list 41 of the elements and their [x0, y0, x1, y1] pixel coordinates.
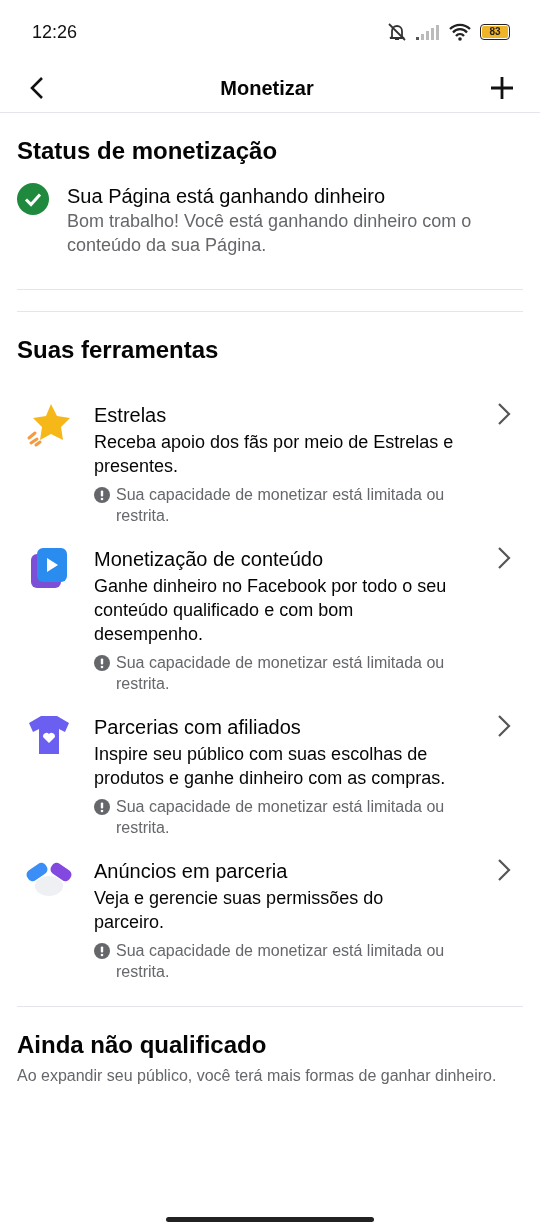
tool-item[interactable]: Parcerias com afiliados Inspire seu público com suas escolhas de produtos e ganhe dinheiro com as compras. Sua capacidade de monetizar está limitada ou restrita. — [17, 704, 523, 848]
tool-title: Estrelas — [94, 403, 168, 428]
tool-item[interactable]: Monetização de conteúdo Ganhe dinheiro no Facebook por todo o seu conteúdo qualificado e com bom desempenho. Sua capacidade de monetizar está limitada ou restrita. — [17, 536, 523, 704]
battery-icon: 83 — [480, 24, 510, 40]
warning-text: Sua capacidade de monetizar está limitada ou restrita. — [116, 941, 446, 982]
chevron-right-icon — [497, 546, 511, 570]
video-play-icon — [28, 546, 69, 590]
chevron-right-icon — [497, 714, 511, 738]
section-title: Status de monetização — [17, 136, 279, 165]
signal-icon — [416, 24, 440, 40]
warning-icon — [94, 943, 110, 959]
warning-text: Sua capacidade de monetizar está limitada ou restrita. — [116, 653, 446, 694]
section-description: Ao expandir seu público, você terá mais formas de ganhar dinheiro. — [17, 1066, 498, 1086]
add-button[interactable] — [490, 76, 514, 100]
section-title: Suas ferramentas — [17, 335, 220, 364]
status-title: Sua Página está ganhando dinheiro — [67, 184, 387, 209]
status-time: 12:26 — [32, 21, 78, 43]
tool-title: Anúncios em parceria — [94, 859, 289, 884]
status-text: Bom trabalho! Você está ganhando dinheiro com o conteúdo da sua Página. — [67, 210, 473, 257]
tool-title: Parcerias com afiliados — [94, 715, 302, 740]
tool-description: Receba apoio dos fãs por meio de Estrelas e presentes. — [94, 431, 454, 478]
tool-description: Ganhe dinheiro no Facebook por todo o seu conteúdo qualificado e com bom desempenho. — [94, 575, 448, 646]
tool-item[interactable]: Estrelas Receba apoio dos fãs por meio de Estrelas e presentes. Sua capacidade de monetizar está limitada ou restrita. — [17, 392, 523, 536]
warning-text: Sua capacidade de monetizar está limitada ou restrita. — [116, 797, 446, 838]
tool-title: Monetização de conteúdo — [94, 547, 325, 572]
tool-description: Veja e gerencie suas permissões do parceiro. — [94, 887, 385, 934]
back-button[interactable] — [30, 76, 44, 100]
tool-item[interactable]: Anúncios em parceria Veja e gerencie suas permissões do parceiro. Sua capacidade de monetizar está limitada ou restrita. — [17, 848, 523, 992]
shirt-icon — [26, 714, 71, 756]
check-circle-icon — [17, 183, 49, 215]
warning-icon — [94, 799, 110, 815]
chevron-right-icon — [497, 858, 511, 882]
warning-text: Sua capacidade de monetizar está limitada ou restrita. — [116, 485, 446, 526]
warning-icon — [94, 487, 110, 503]
page-title: Monetizar — [220, 76, 314, 100]
wifi-icon — [448, 23, 472, 41]
chevron-right-icon — [497, 402, 511, 426]
warning-icon — [94, 655, 110, 671]
tool-description: Inspire seu público com suas escolhas de produtos e ganhe dinheiro com as compras. — [94, 743, 447, 790]
muted-bell-icon — [386, 22, 408, 42]
section-title: Ainda não qualificado — [17, 1030, 268, 1059]
